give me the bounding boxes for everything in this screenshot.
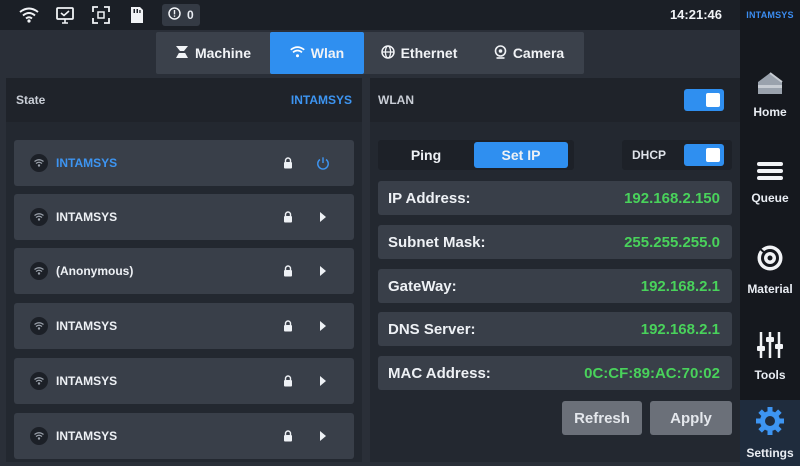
home-icon — [756, 71, 784, 100]
lock-icon — [282, 320, 294, 332]
wlan-label: WLAN — [378, 93, 414, 107]
refresh-button[interactable]: Refresh — [562, 401, 642, 435]
mac-address-row: MAC Address: 0C:CF:89:AC:70:02 — [378, 356, 732, 390]
wlan-toggle[interactable] — [684, 89, 724, 111]
sidebar-item-material[interactable]: Material — [740, 235, 800, 305]
chevron-right-icon[interactable] — [316, 212, 330, 222]
tab-camera[interactable]: Camera — [474, 32, 584, 74]
set-ip-button[interactable]: Set IP — [474, 142, 568, 168]
queue-icon — [757, 161, 783, 186]
wifi-icon — [18, 6, 40, 24]
network-name: INTAMSYS — [56, 156, 118, 170]
toggle-knob — [706, 148, 720, 162]
tab-machine[interactable]: Machine — [156, 32, 270, 74]
sliders-icon — [756, 332, 784, 363]
tab-ethernet-label: Ethernet — [400, 45, 458, 61]
ip-address-label: IP Address: — [388, 189, 471, 207]
sd-card-icon[interactable] — [126, 6, 148, 24]
network-name: INTAMSYS — [56, 210, 118, 224]
dhcp-toggle[interactable] — [684, 144, 724, 166]
apply-button[interactable]: Apply — [650, 401, 732, 435]
lock-icon — [282, 211, 294, 223]
sidebar-item-settings[interactable]: Settings — [740, 400, 800, 466]
expand-icon[interactable] — [90, 6, 112, 24]
clock: 14:21:46 — [669, 7, 722, 22]
machine-icon — [175, 45, 189, 62]
sidebar-label: Queue — [751, 191, 789, 205]
network-item[interactable]: (Anonymous) — [14, 248, 354, 294]
network-item[interactable]: INTAMSYS — [14, 303, 354, 349]
sidebar-label: Settings — [746, 446, 794, 460]
network-name: (Anonymous) — [56, 264, 134, 278]
lock-icon — [282, 430, 294, 442]
chevron-right-icon[interactable] — [316, 321, 330, 331]
dhcp-label: DHCP — [632, 148, 667, 162]
globe-icon — [380, 44, 395, 62]
tab-camera-label: Camera — [512, 45, 565, 61]
gateway-label: GateWay: — [388, 277, 457, 295]
network-item[interactable]: INTAMSYS — [14, 358, 354, 404]
wifi-signal-icon — [30, 427, 48, 445]
network-item[interactable]: INTAMSYS — [14, 140, 354, 186]
sidebar-label: Material — [747, 282, 793, 296]
toggle-knob — [706, 93, 720, 107]
chevron-right-icon[interactable] — [316, 266, 330, 276]
network-item[interactable]: INTAMSYS — [14, 413, 354, 459]
network-name: INTAMSYS — [56, 319, 118, 333]
network-name: INTAMSYS — [56, 429, 118, 443]
wifi-signal-icon — [30, 208, 48, 226]
alert-indicator[interactable]: 0 — [162, 4, 200, 26]
alert-count: 0 — [187, 8, 194, 22]
gear-icon — [755, 406, 785, 441]
sidebar-item-tools[interactable]: Tools — [740, 322, 800, 392]
main-sidebar: Home Queue Material Tools Settings — [740, 30, 800, 466]
tab-wlan-label: Wlan — [310, 45, 345, 61]
camera-icon — [494, 44, 507, 62]
ping-button[interactable]: Ping — [378, 142, 474, 168]
subnet-mask-row: Subnet Mask: 255.255.255.0 — [378, 225, 732, 259]
sidebar-item-queue[interactable]: Queue — [740, 148, 800, 218]
alert-icon — [168, 7, 181, 23]
wifi-signal-icon — [30, 262, 48, 280]
state-value: INTAMSYS — [290, 93, 352, 107]
tab-wlan[interactable]: Wlan — [270, 32, 364, 74]
wifi-signal-icon — [30, 154, 48, 172]
status-bar: 0 14:21:46 — [0, 0, 740, 30]
display-icon[interactable] — [54, 6, 76, 24]
brand-logo: INTAMSYS — [740, 0, 800, 30]
state-header: State INTAMSYS — [6, 78, 362, 122]
chevron-right-icon[interactable] — [316, 376, 330, 386]
sidebar-label: Home — [753, 105, 787, 119]
sidebar-label: Tools — [754, 368, 786, 382]
network-item[interactable]: INTAMSYS — [14, 194, 354, 240]
lock-icon — [282, 265, 294, 277]
material-spool-icon — [756, 244, 784, 277]
ip-address-row: IP Address: 192.168.2.150 — [378, 181, 732, 215]
lock-icon — [282, 375, 294, 387]
state-label: State — [16, 93, 46, 107]
mode-switch: Ping Set IP — [378, 140, 574, 170]
network-name: INTAMSYS — [56, 374, 118, 388]
subnet-mask-label: Subnet Mask: — [388, 233, 486, 251]
dns-server-label: DNS Server: — [388, 320, 476, 338]
chevron-right-icon[interactable] — [316, 431, 330, 441]
wifi-signal-icon — [30, 372, 48, 390]
mac-address-label: MAC Address: — [388, 364, 491, 382]
subnet-mask-value[interactable]: 255.255.255.0 — [624, 234, 720, 251]
dns-server-value[interactable]: 192.168.2.1 — [641, 321, 720, 338]
ip-address-value[interactable]: 192.168.2.150 — [624, 190, 720, 207]
mac-address-value: 0C:CF:89:AC:70:02 — [584, 364, 720, 382]
gateway-row: GateWay: 192.168.2.1 — [378, 269, 732, 303]
power-icon[interactable] — [316, 155, 330, 171]
tab-bar: Machine Wlan Ethernet Camera — [156, 32, 584, 74]
dns-server-row: DNS Server: 192.168.2.1 — [378, 312, 732, 346]
tab-machine-label: Machine — [194, 45, 251, 61]
wifi-signal-icon — [30, 317, 48, 335]
gateway-value[interactable]: 192.168.2.1 — [641, 278, 720, 295]
tab-ethernet[interactable]: Ethernet — [364, 32, 474, 74]
wifi-icon — [290, 45, 305, 61]
lock-icon — [282, 157, 294, 169]
sidebar-item-home[interactable]: Home — [740, 60, 800, 130]
